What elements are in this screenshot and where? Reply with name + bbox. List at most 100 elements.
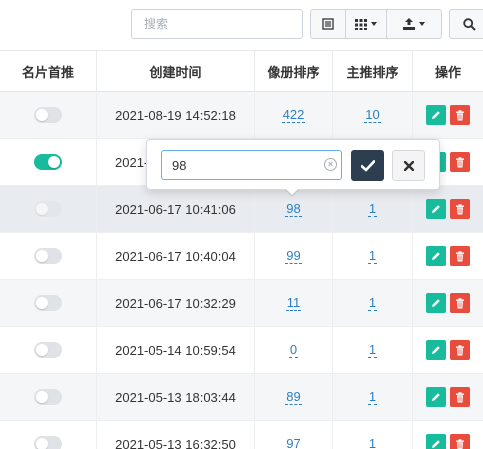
- trash-icon: [456, 391, 464, 402]
- header-album-sort[interactable]: 像册排序: [254, 51, 332, 92]
- main-sort-editable[interactable]: 1: [367, 389, 378, 405]
- cell-featured: [0, 280, 96, 326]
- clear-icon[interactable]: ×: [324, 158, 337, 171]
- inline-edit-input[interactable]: 98: [161, 150, 342, 180]
- chevron-down-icon: [371, 22, 377, 26]
- trash-icon: [456, 156, 464, 167]
- trash-icon: [456, 344, 464, 355]
- trash-icon: [456, 297, 464, 308]
- confirm-button[interactable]: [351, 150, 384, 181]
- edit-button[interactable]: [426, 246, 446, 266]
- delete-button[interactable]: [450, 152, 470, 172]
- trash-icon: [456, 438, 464, 449]
- album-sort-editable[interactable]: 422: [281, 107, 306, 123]
- table-header: 名片首推 创建时间 像册排序 主推排序 操作: [0, 50, 483, 92]
- featured-toggle[interactable]: [34, 342, 62, 358]
- cell-main-sort: 10: [332, 92, 412, 138]
- cell-album-sort: 0: [254, 327, 332, 373]
- grid-columns-icon: [355, 19, 367, 30]
- edit-button[interactable]: [426, 105, 446, 125]
- trash-icon: [456, 250, 464, 261]
- cell-actions: [412, 186, 483, 232]
- featured-toggle[interactable]: [34, 436, 62, 449]
- cell-created-time: 2021-06-17 10:40:04: [96, 233, 254, 279]
- cell-featured: [0, 327, 96, 373]
- cell-actions: [412, 421, 483, 449]
- pencil-icon: [432, 346, 440, 354]
- table-row: 2021-05-13 18:03:44 89 1: [0, 374, 483, 421]
- main-sort-editable[interactable]: 1: [367, 342, 378, 358]
- main-sort-editable[interactable]: 1: [367, 201, 378, 217]
- delete-button[interactable]: [450, 387, 470, 407]
- pencil-icon: [432, 299, 440, 307]
- cell-actions: [412, 327, 483, 373]
- search-toggle-button[interactable]: [449, 9, 483, 39]
- cell-created-time: 2021-06-17 10:32:29: [96, 280, 254, 326]
- cancel-button[interactable]: [392, 150, 425, 181]
- delete-button[interactable]: [450, 293, 470, 313]
- cell-actions: [412, 280, 483, 326]
- pencil-icon: [432, 252, 440, 260]
- export-button[interactable]: [386, 9, 442, 39]
- cell-featured: [0, 374, 96, 420]
- table-row: 2021-06-17 10:40:04 99 1: [0, 233, 483, 280]
- featured-toggle[interactable]: [34, 295, 62, 311]
- album-sort-editable[interactable]: 99: [285, 248, 302, 264]
- cell-main-sort: 1: [332, 374, 412, 420]
- featured-toggle[interactable]: [34, 201, 62, 217]
- cell-created-time: 2021-05-14 10:59:54: [96, 327, 254, 373]
- cell-album-sort: 11: [254, 280, 332, 326]
- toggle-view-button[interactable]: [310, 9, 346, 39]
- main-sort-editable[interactable]: 1: [367, 295, 378, 311]
- edit-button[interactable]: [426, 199, 446, 219]
- cell-created-time: 2021-06-17 10:41:06: [96, 186, 254, 232]
- album-sort-editable[interactable]: 98: [285, 201, 302, 217]
- cell-album-sort: 97: [254, 421, 332, 449]
- table-row: 2021-05-13 16:32:50 97 1: [0, 421, 483, 449]
- cell-actions: [412, 233, 483, 279]
- pencil-icon: [432, 393, 440, 401]
- table-row: 2021-06-17 10:32:29 11 1: [0, 280, 483, 327]
- list-view-icon: [322, 18, 334, 30]
- delete-button[interactable]: [450, 246, 470, 266]
- header-created-time[interactable]: 创建时间: [96, 51, 254, 92]
- album-sort-editable[interactable]: 11: [285, 295, 302, 311]
- cell-album-sort: 99: [254, 233, 332, 279]
- delete-button[interactable]: [450, 434, 470, 449]
- edit-button[interactable]: [426, 387, 446, 407]
- cell-actions: [412, 374, 483, 420]
- cell-created-time: 2021-05-13 18:03:44: [96, 374, 254, 420]
- header-card-featured[interactable]: 名片首推: [0, 51, 96, 92]
- featured-toggle[interactable]: [34, 389, 62, 405]
- search-input[interactable]: [131, 9, 303, 39]
- cell-featured: [0, 233, 96, 279]
- cell-main-sort: 1: [332, 327, 412, 373]
- delete-button[interactable]: [450, 340, 470, 360]
- trash-icon: [456, 203, 464, 214]
- cell-created-time: 2021-05-13 16:32:50: [96, 421, 254, 449]
- delete-button[interactable]: [450, 199, 470, 219]
- album-sort-editable[interactable]: 0: [288, 342, 299, 358]
- table-row: 2021-06-17 10:41:06 98 1: [0, 186, 483, 233]
- cell-featured: [0, 139, 96, 185]
- header-main-sort[interactable]: 主推排序: [332, 51, 412, 92]
- pencil-icon: [432, 205, 440, 213]
- featured-toggle[interactable]: [34, 107, 62, 123]
- toolbar: [0, 0, 483, 50]
- edit-button[interactable]: [426, 434, 446, 449]
- edit-button[interactable]: [426, 293, 446, 313]
- cell-main-sort: 1: [332, 186, 412, 232]
- pencil-icon: [432, 111, 440, 119]
- main-sort-editable[interactable]: 10: [364, 107, 381, 123]
- delete-button[interactable]: [450, 105, 470, 125]
- check-icon: [360, 159, 375, 172]
- album-sort-editable[interactable]: 97: [285, 436, 301, 449]
- header-actions: 操作: [412, 51, 483, 92]
- album-sort-editable[interactable]: 89: [285, 389, 302, 405]
- columns-button[interactable]: [345, 9, 387, 39]
- main-sort-editable[interactable]: 1: [367, 248, 378, 264]
- main-sort-editable[interactable]: 1: [368, 436, 377, 449]
- featured-toggle[interactable]: [34, 248, 62, 264]
- featured-toggle[interactable]: [34, 154, 62, 170]
- edit-button[interactable]: [426, 340, 446, 360]
